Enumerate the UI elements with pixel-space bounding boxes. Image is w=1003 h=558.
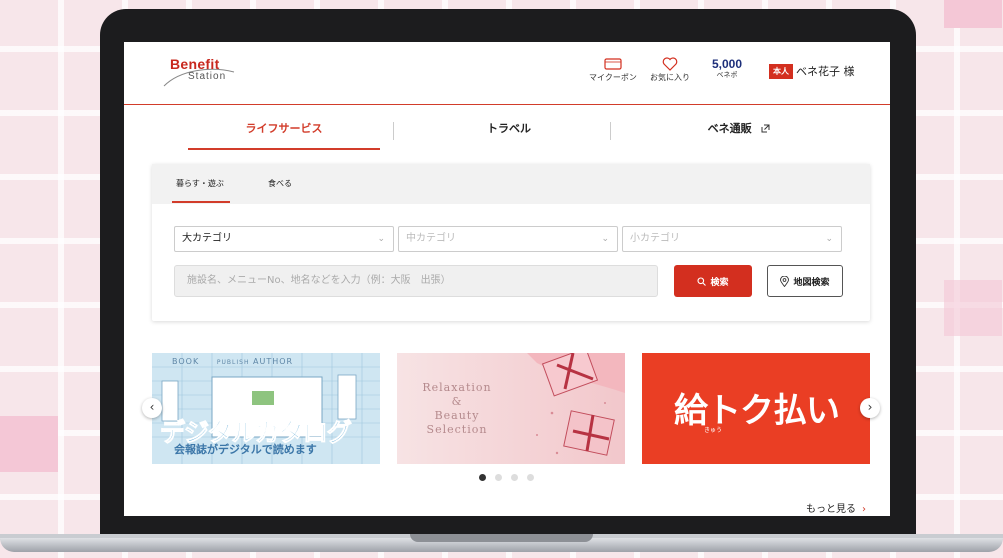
background-tile xyxy=(944,280,1002,336)
laptop-screen: Benefit Station マイクーポン お気に入り 5,000 ベネポ 本… xyxy=(124,42,890,516)
search-button[interactable]: 検索 xyxy=(674,265,752,297)
user-name[interactable]: ベネ花子 様 xyxy=(796,63,855,79)
main-tabs: ライフサービス トラベル ベネ通販 xyxy=(154,120,854,150)
logo-subtext: Station xyxy=(188,71,227,82)
points-label: ベネポ xyxy=(716,71,738,79)
points-value: 5,000 xyxy=(712,57,743,71)
background-tile xyxy=(0,416,58,472)
relaxation-text: Relaxation & Beauty Selection xyxy=(422,381,492,436)
external-link-icon xyxy=(761,124,770,133)
carousel-dots xyxy=(479,474,534,481)
more-link[interactable]: もっと見る › xyxy=(806,500,866,515)
sub-tab-label: 食べる xyxy=(268,179,292,188)
carousel-dot[interactable] xyxy=(479,474,486,481)
chevron-right-icon: › xyxy=(867,400,873,414)
select-value: 中カテゴリ xyxy=(406,233,456,244)
small-category-select[interactable]: 小カテゴリ ⌄ xyxy=(622,226,842,252)
benefit-station-logo[interactable]: Benefit Station xyxy=(160,56,236,90)
laptop-base xyxy=(0,528,1003,558)
search-icon xyxy=(697,276,707,286)
favorites-link[interactable]: お気に入り xyxy=(650,56,690,83)
carousel-dot[interactable] xyxy=(527,474,534,481)
select-value: 大カテゴリ xyxy=(182,233,232,244)
carousel-dot[interactable] xyxy=(511,474,518,481)
keyword-search-input[interactable]: 施設名、メニューNo、地名などを入力（例：大阪 出張） xyxy=(174,265,658,297)
logo-text: Benefit xyxy=(170,56,220,72)
banner-relaxation-beauty[interactable]: Relaxation & Beauty Selection xyxy=(397,353,625,464)
tab-divider xyxy=(610,122,611,140)
select-value: 小カテゴリ xyxy=(630,233,680,244)
banner-digital-catalog[interactable]: BOOK PUBLISH AUTHOR デジタルカタログ 会報誌がデジタルで読め… xyxy=(152,353,380,464)
map-search-label: 地図検索 xyxy=(793,277,830,288)
sub-tab-live-play[interactable]: 暮らす・遊ぶ xyxy=(172,178,230,203)
catalog-top-words: BOOK PUBLISH AUTHOR xyxy=(172,357,294,366)
banner-kyutoku-barai[interactable]: 給トク払い きゅう xyxy=(642,353,870,464)
points-balance[interactable]: 5,000 ベネポ xyxy=(712,58,742,80)
tab-life-service[interactable]: ライフサービス xyxy=(188,120,380,150)
chevron-left-icon: ‹ xyxy=(149,400,155,414)
laptop-notch xyxy=(410,534,593,542)
site-header: Benefit Station マイクーポン お気に入り 5,000 ベネポ 本… xyxy=(124,42,890,105)
search-button-label: 検索 xyxy=(710,277,729,288)
chevron-down-icon: ⌄ xyxy=(825,234,833,244)
carousel-next-button[interactable]: › xyxy=(860,398,880,418)
search-panel: 暮らす・遊ぶ 食べる 大カテゴリ ⌄ 中カテゴリ ⌄ 小カテゴリ ⌄ 施設名、メ… xyxy=(152,164,870,321)
large-category-select[interactable]: 大カテゴリ ⌄ xyxy=(174,226,394,252)
role-badge: 本人 xyxy=(769,64,793,79)
catalog-subtitle: 会報誌がデジタルで読めます xyxy=(174,443,317,456)
map-search-button[interactable]: 地図検索 xyxy=(767,265,843,297)
sub-tab-label: 暮らす・遊ぶ xyxy=(176,179,224,188)
chevron-down-icon: ⌄ xyxy=(601,234,609,244)
kyutoku-ruby: きゅう xyxy=(704,427,723,434)
search-sub-tabs: 暮らす・遊ぶ 食べる xyxy=(152,164,870,204)
sub-tab-eat[interactable]: 食べる xyxy=(268,178,292,189)
my-coupon-link[interactable]: マイクーポン xyxy=(589,56,637,83)
heart-icon xyxy=(662,56,678,72)
map-pin-icon xyxy=(780,275,790,287)
coupon-icon xyxy=(604,56,622,72)
chevron-down-icon: ⌄ xyxy=(377,234,385,244)
coupon-label: マイクーポン xyxy=(589,73,637,82)
tab-label: トラベル xyxy=(487,122,531,135)
carousel-dot[interactable] xyxy=(495,474,502,481)
tab-label: ベネ通販 xyxy=(707,122,752,135)
background-tile xyxy=(944,0,1002,28)
carousel-prev-button[interactable]: ‹ xyxy=(142,398,162,418)
tab-label: ライフサービス xyxy=(245,122,323,135)
kyutoku-title: 給トク払い xyxy=(674,391,840,431)
medium-category-select[interactable]: 中カテゴリ ⌄ xyxy=(398,226,618,252)
tab-divider xyxy=(393,122,394,140)
favorites-label: お気に入り xyxy=(650,73,690,82)
search-placeholder: 施設名、メニューNo、地名などを入力（例：大阪 出張） xyxy=(187,275,451,286)
tab-bene-shopping[interactable]: ベネ通販 xyxy=(644,120,834,148)
chevron-right-icon: › xyxy=(862,504,866,515)
more-link-label: もっと見る xyxy=(806,504,856,515)
tab-travel[interactable]: トラベル xyxy=(414,120,604,148)
